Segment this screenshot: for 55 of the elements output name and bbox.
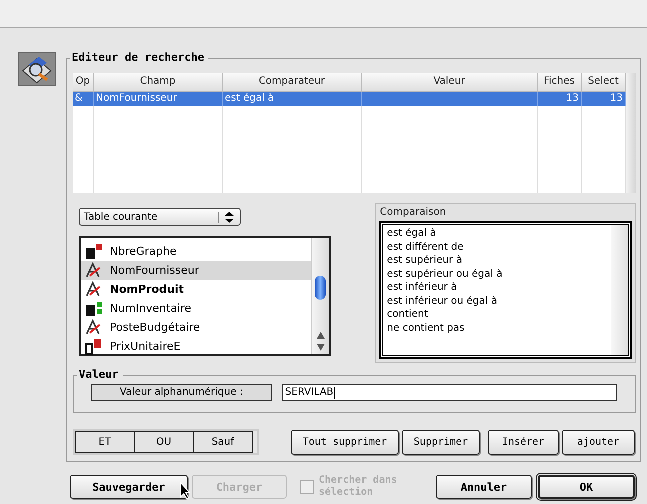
dialog-button[interactable]: OK: [538, 475, 635, 499]
list-item[interactable]: est différent de: [387, 240, 607, 254]
scroll-down-button[interactable]: [316, 344, 324, 351]
column-header[interactable]: Fiches: [538, 73, 582, 91]
list-item[interactable]: est supérieur ou égal à: [387, 268, 607, 281]
mouse-cursor: [180, 482, 192, 500]
list-item[interactable]: ne contient pas: [387, 322, 607, 335]
table-cell: &: [73, 92, 94, 106]
scroll-thumb[interactable]: [315, 276, 326, 300]
real-field-icon: [85, 338, 103, 355]
operator-button[interactable]: Sauf: [193, 431, 253, 453]
dialog-button[interactable]: Annuler: [436, 475, 532, 499]
list-item[interactable]: est inférieur à: [387, 281, 607, 294]
field-label: Valeur alphanumérique :: [91, 384, 272, 401]
scrollbar[interactable]: [626, 73, 636, 193]
list-item[interactable]: NomProduit: [81, 280, 311, 299]
column-header[interactable]: Valeur: [362, 73, 538, 91]
table-dropdown[interactable]: Table courante: [79, 208, 241, 226]
operator-button[interactable]: ET: [75, 431, 135, 453]
operator-button[interactable]: OU: [134, 431, 194, 453]
panel-title: Comparaison: [380, 207, 446, 218]
search-editor-icon: [18, 52, 56, 86]
action-button[interactable]: Tout supprimer: [291, 430, 399, 454]
list-item[interactable]: est inférieur ou égal à: [387, 294, 607, 308]
list-item[interactable]: NomFournisseur: [81, 261, 311, 280]
list-item[interactable]: NbreGraphe: [81, 242, 311, 261]
list-item[interactable]: PrixUnitaireE: [81, 337, 311, 356]
group-title: Valeur: [77, 368, 123, 381]
dialog-button[interactable]: Sauvegarder: [70, 475, 188, 499]
value-input[interactable]: SERVILAB: [282, 384, 617, 401]
table-cell: est égal à: [223, 92, 362, 106]
list-item[interactable]: NumInventaire: [81, 299, 311, 318]
table-cell: 13: [538, 92, 582, 106]
column-header[interactable]: Op: [73, 73, 94, 91]
alpha-field-icon: [85, 262, 103, 279]
column-header[interactable]: Comparateur: [223, 73, 362, 91]
list-item[interactable]: PosteBudgétaire: [81, 318, 311, 337]
scrollbar[interactable]: [311, 238, 329, 354]
scroll-up-button[interactable]: [316, 332, 324, 339]
table-row[interactable]: & NomFournisseur est égal à 13 13: [73, 92, 626, 106]
action-button[interactable]: Supprimer: [402, 430, 480, 454]
alpha-field-icon: [85, 281, 103, 298]
scrollbar[interactable]: [611, 225, 628, 355]
long-integer-icon: [85, 243, 103, 260]
list-item[interactable]: contient: [387, 308, 607, 322]
group-title: Editeur de recherche: [70, 51, 208, 64]
table-cell: NomFournisseur: [94, 92, 223, 106]
alpha-field-icon: [85, 319, 103, 336]
integer-field-icon: [85, 300, 103, 317]
column-header[interactable]: Champ: [94, 73, 223, 91]
stepper-icon: [218, 212, 234, 222]
list-item[interactable]: est supérieur à: [387, 254, 607, 268]
action-button[interactable]: Insérer: [488, 430, 559, 454]
list-item[interactable]: est égal à: [387, 227, 607, 240]
action-button[interactable]: ajouter: [562, 430, 635, 454]
